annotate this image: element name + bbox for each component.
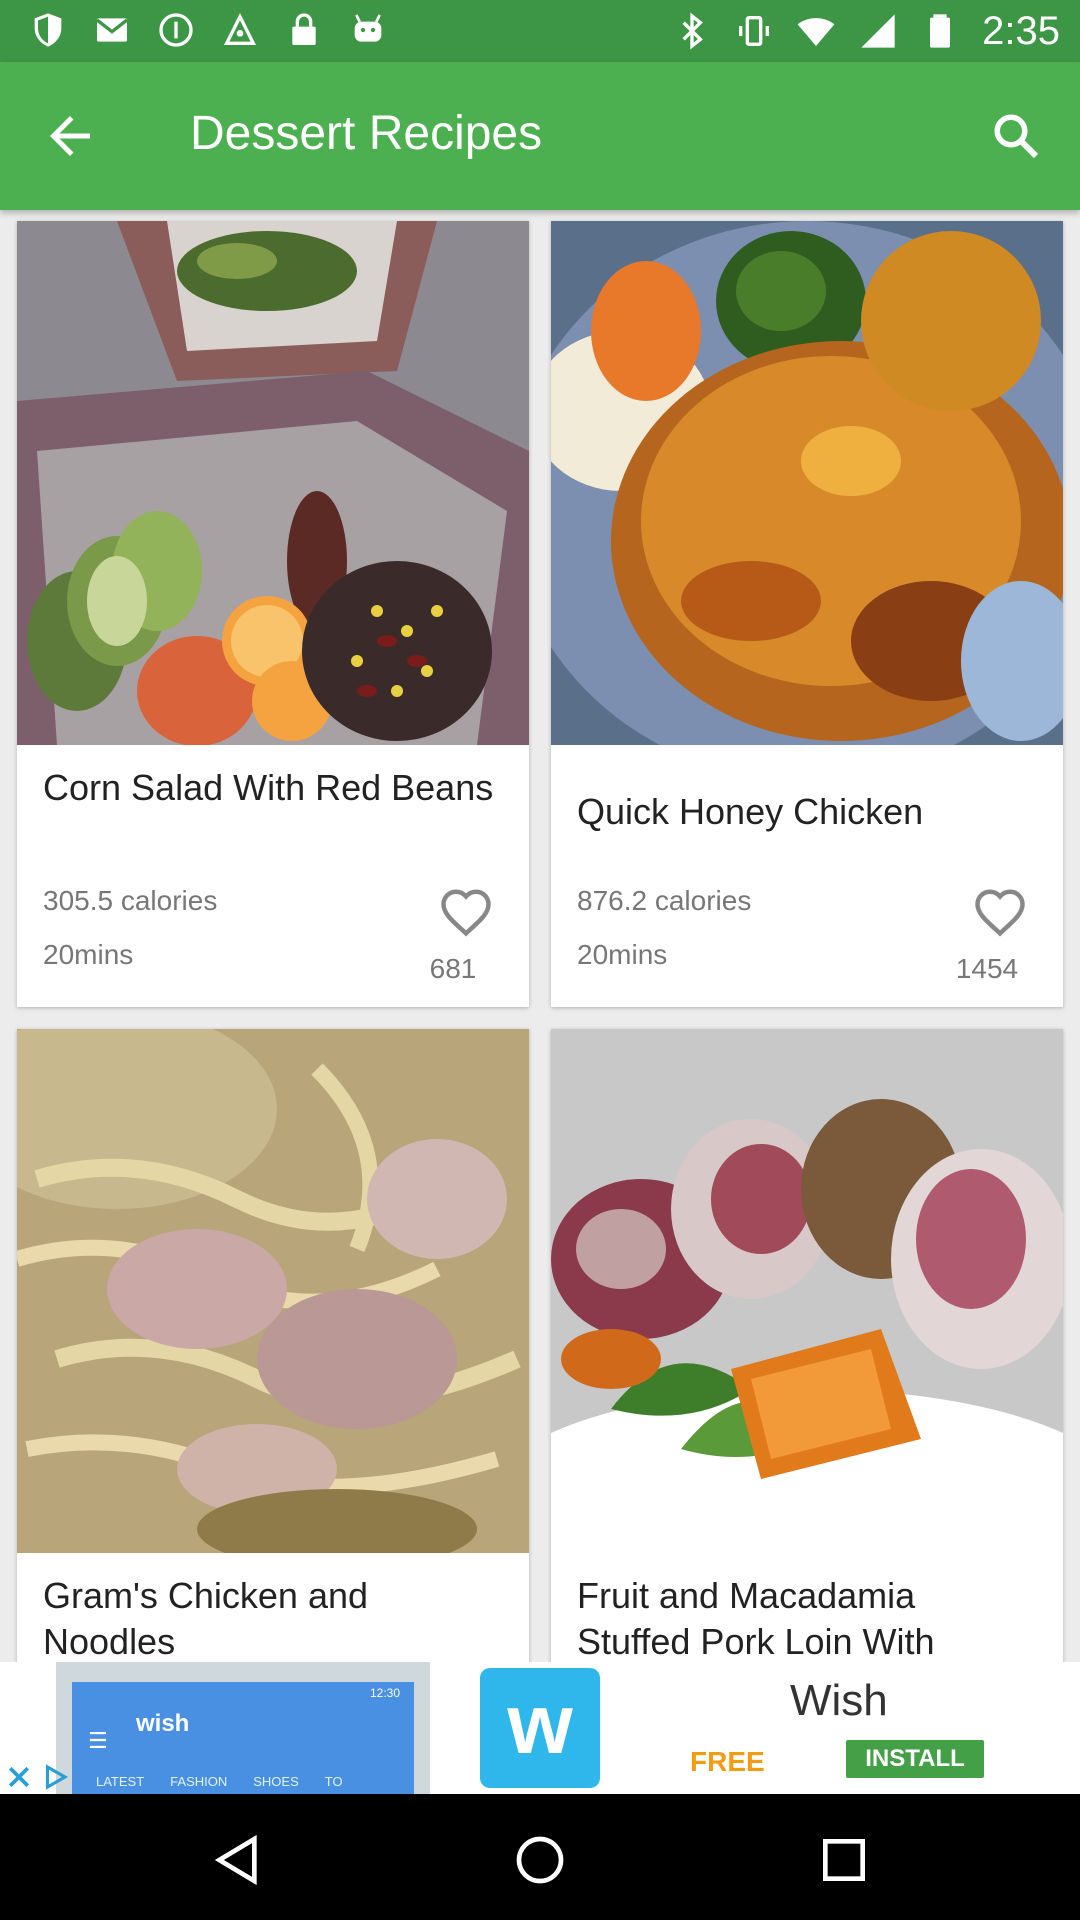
recents-square-icon[interactable] (816, 1832, 872, 1888)
search-icon[interactable] (986, 106, 1046, 166)
recipe-image[interactable] (551, 1029, 1063, 1553)
ad-phone-menu-item: SHOES (253, 1774, 299, 1789)
ad-phone-menu-icon: ☰ (88, 1728, 108, 1753)
ad-banner[interactable]: 12:30 ☰ wish LATEST FASHION SHOES TO w W… (0, 1662, 1080, 1794)
wifi-icon (797, 18, 835, 46)
ad-app-name: Wish (790, 1676, 888, 1725)
ad-phone-menu-item: LATEST (96, 1774, 145, 1789)
home-circle-icon[interactable] (512, 1832, 568, 1888)
heart-icon[interactable] (439, 887, 493, 937)
app-bar: Dessert Recipes (0, 62, 1080, 210)
recipe-title: Corn Salad With Red Beans (43, 767, 494, 808)
close-icon[interactable] (4, 1762, 34, 1792)
signal-icon (861, 14, 895, 48)
recipe-calories: 305.5 calories (43, 885, 218, 916)
vibrate-icon (739, 16, 770, 46)
ad-phone-screenshot: 12:30 ☰ wish LATEST FASHION SHOES TO (56, 1662, 430, 1794)
android-icon (354, 14, 382, 42)
ad-phone-menu-item: TO (324, 1774, 343, 1789)
back-triangle-icon[interactable] (210, 1832, 266, 1888)
wish-logo: w (480, 1668, 600, 1788)
navigation-bar (0, 1794, 1080, 1920)
ad-price-label: FREE (690, 1746, 765, 1777)
recipe-card-body: Corn Salad With Red Beans 305.5 calories… (17, 745, 529, 1007)
ad-phone-menu-item: FASHION (170, 1774, 228, 1789)
recipe-card-corn-salad[interactable]: Corn Salad With Red Beans 305.5 calories… (17, 221, 529, 1007)
heart-icon[interactable] (973, 887, 1027, 937)
ad-install-button[interactable]: INSTALL (846, 1740, 984, 1778)
info-circle-icon (159, 13, 193, 47)
mail-icon (95, 18, 129, 42)
recipe-calories: 876.2 calories (577, 885, 752, 916)
recipe-card-honey-chicken[interactable]: Quick Honey Chicken 876.2 calories 20min… (551, 221, 1063, 1007)
lock-icon (292, 13, 316, 45)
like-count: 1454 (955, 953, 1019, 984)
recipe-title: Fruit and Macadamia Stuffed Pork Loin Wi… (577, 1575, 935, 1662)
ad-phone-menu: LATEST FASHION SHOES TO (72, 1770, 414, 1794)
recipe-duration: 20mins (43, 939, 134, 970)
bluetooth-icon (682, 12, 703, 50)
recipe-title: Quick Honey Chicken (577, 791, 924, 832)
status-bar: 2:35 (0, 0, 1080, 62)
page-title: Dessert Recipes (190, 107, 543, 160)
ad-phone-time: 12:30 (369, 1686, 400, 1700)
status-clock: 2:35 (982, 9, 1060, 53)
ad-phone-title: wish (136, 1710, 190, 1737)
fake-gps-icon (223, 12, 257, 45)
recipe-duration: 20mins (577, 939, 668, 970)
recipe-image[interactable] (17, 1029, 529, 1553)
back-arrow-icon[interactable] (40, 106, 100, 166)
recipe-card-body: Quick Honey Chicken 876.2 calories 20min… (551, 745, 1063, 1007)
like-count: 681 (429, 953, 477, 984)
shield-icon (34, 13, 62, 47)
battery-icon (930, 14, 951, 48)
recipe-image[interactable] (551, 221, 1063, 745)
recipe-title: Gram's Chicken and Noodles (43, 1575, 369, 1662)
recipe-image[interactable] (17, 221, 529, 745)
ad-choices-icon[interactable] (40, 1762, 70, 1792)
